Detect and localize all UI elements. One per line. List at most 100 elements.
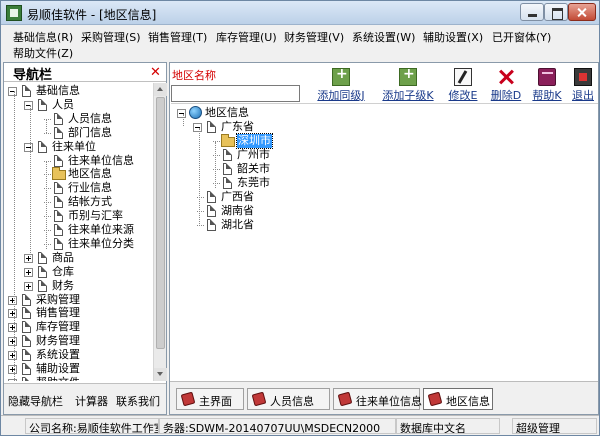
collapse-icon[interactable] (177, 109, 186, 118)
region-item-dongguan[interactable]: 东莞市 (171, 176, 598, 190)
region-item-region-root[interactable]: 地区信息 (171, 106, 598, 120)
help-button[interactable]: 帮助K (529, 66, 565, 104)
tab-personnel-info[interactable]: 人员信息 (247, 388, 330, 410)
nav-item-partner-info[interactable]: 往来单位信息 (4, 154, 154, 168)
menu-bar: 基础信息(R) 采购管理(S) 销售管理(T) 库存管理(U) 财务管理(V) … (1, 26, 599, 60)
expand-icon[interactable] (24, 281, 33, 291)
menu-purchase[interactable]: 采购管理(S) (79, 28, 143, 46)
menu-sales[interactable]: 销售管理(T) (146, 28, 209, 46)
region-item-hubei[interactable]: 湖北省 (171, 218, 598, 232)
toolbar-label: 添加同级J (317, 89, 365, 102)
menu-help[interactable]: 帮助文件(Z) (11, 44, 75, 62)
menu-aux-settings[interactable]: 辅助设置(X) (421, 28, 485, 46)
tree-label: 湖北省 (221, 218, 254, 231)
nav-item-currency-rate[interactable]: 币别与汇率 (4, 209, 154, 223)
expand-icon[interactable] (8, 351, 17, 361)
document-icon (54, 182, 63, 195)
nav-item-settlement-method[interactable]: 结帐方式 (4, 195, 154, 209)
tab-main[interactable]: 主界面 (176, 388, 244, 410)
tab-label: 往来单位信息 (356, 395, 422, 408)
nav-item-help-files[interactable]: 帮助文件 (4, 376, 154, 381)
expand-icon[interactable] (8, 337, 17, 347)
menu-system-settings[interactable]: 系统设置(W) (350, 28, 417, 46)
region-item-shenzhen[interactable]: 深圳市 (171, 133, 598, 149)
contact-us-link[interactable]: 联系我们 (116, 393, 160, 409)
tab-partner-info[interactable]: 往来单位信息 (333, 388, 422, 410)
maximize-button[interactable] (544, 3, 568, 21)
delete-button[interactable]: 删除D (488, 66, 524, 104)
hide-nav-link[interactable]: 隐藏导航栏 (8, 393, 63, 409)
collapse-icon[interactable] (8, 87, 17, 96)
nav-item-finance-mgmt[interactable]: 财务管理 (4, 334, 154, 348)
nav-item-partner-category[interactable]: 往来单位分类 (4, 237, 154, 251)
scroll-thumb[interactable] (156, 97, 165, 349)
help-book-icon (538, 68, 556, 86)
nav-item-warehouse[interactable]: 仓库 (4, 265, 154, 279)
nav-scrollbar[interactable] (153, 83, 167, 381)
toolbar-label: 添加子级K (382, 89, 434, 102)
menu-inventory[interactable]: 库存管理(U) (214, 28, 279, 46)
nav-item-partner-source[interactable]: 往来单位来源 (4, 223, 154, 237)
tree-label: 销售管理 (36, 306, 80, 320)
nav-item-basic-info[interactable]: 基础信息 (4, 84, 154, 98)
expand-icon[interactable] (8, 323, 17, 333)
add-sibling-button[interactable]: 添加同级J (308, 66, 374, 104)
region-item-guangxi[interactable]: 广西省 (171, 190, 598, 204)
document-icon (54, 154, 63, 167)
title-bar[interactable]: 易顺佳软件 - [地区信息] (1, 1, 599, 25)
document-icon (54, 224, 63, 236)
tree-label: 结帐方式 (68, 195, 112, 209)
exit-icon (574, 68, 592, 86)
tab-region-info[interactable]: 地区信息 (423, 388, 493, 410)
app-logo-icon (6, 5, 22, 21)
eraser-icon (337, 391, 353, 407)
region-item-hunan[interactable]: 湖南省 (171, 204, 598, 218)
area-name-input[interactable] (171, 85, 300, 102)
expand-icon[interactable] (8, 365, 17, 374)
calculator-link[interactable]: 计算器 (75, 393, 108, 409)
expand-icon[interactable] (24, 253, 33, 263)
menu-open-windows[interactable]: 已开窗体(Y) (490, 28, 553, 46)
nav-item-system-settings[interactable]: 系统设置 (4, 348, 154, 362)
nav-item-goods[interactable]: 商品 (4, 251, 154, 265)
collapse-icon[interactable] (24, 100, 33, 110)
minimize-button[interactable] (520, 3, 544, 21)
document-icon (22, 85, 31, 97)
edit-button[interactable]: 修改E (445, 66, 481, 104)
document-icon (38, 98, 47, 111)
eraser-icon (427, 391, 443, 407)
nav-item-industry-info[interactable]: 行业信息 (4, 181, 154, 195)
region-item-guangzhou[interactable]: 广州市 (171, 148, 598, 162)
toolbar-label: 退出 (572, 89, 594, 102)
document-icon (54, 237, 63, 250)
nav-item-personnel-info[interactable]: 人员信息 (4, 112, 154, 126)
scroll-down-icon[interactable] (154, 368, 167, 381)
collapse-icon[interactable] (24, 142, 33, 152)
add-child-button[interactable]: 添加子级K (375, 66, 441, 104)
expand-icon[interactable] (8, 295, 17, 305)
region-item-guangdong[interactable]: 广东省 (171, 120, 598, 134)
main-window: 易顺佳软件 - [地区信息] 基础信息(R) 采购管理(S) 销售管理(T) 库… (0, 0, 600, 436)
expand-icon[interactable] (24, 267, 33, 277)
nav-item-inventory[interactable]: 库存管理 (4, 320, 154, 334)
region-item-shaoguan[interactable]: 韶关市 (171, 162, 598, 176)
nav-item-personnel[interactable]: 人员 (4, 98, 154, 112)
nav-item-partners[interactable]: 往来单位 (4, 140, 154, 154)
collapse-icon[interactable] (193, 123, 202, 132)
menu-finance[interactable]: 财务管理(V) (282, 28, 346, 46)
expand-icon[interactable] (8, 309, 17, 319)
exit-button[interactable]: 退出 (566, 66, 600, 104)
close-window-button[interactable] (568, 3, 596, 21)
document-icon (38, 279, 47, 292)
nav-item-finance[interactable]: 财务 (4, 279, 154, 293)
nav-item-region-info[interactable]: 地区信息 (4, 167, 154, 181)
nav-item-aux-settings[interactable]: 辅助设置 (4, 362, 154, 376)
nav-item-purchase[interactable]: 采购管理 (4, 293, 154, 307)
document-icon (207, 205, 216, 217)
nav-item-sales[interactable]: 销售管理 (4, 306, 154, 320)
scroll-up-icon[interactable] (154, 83, 167, 96)
expand-icon[interactable] (8, 378, 17, 381)
nav-close-icon[interactable]: ✕ (150, 65, 161, 80)
nav-item-department-info[interactable]: 部门信息 (4, 126, 154, 140)
tree-label: 地区信息 (205, 106, 249, 119)
